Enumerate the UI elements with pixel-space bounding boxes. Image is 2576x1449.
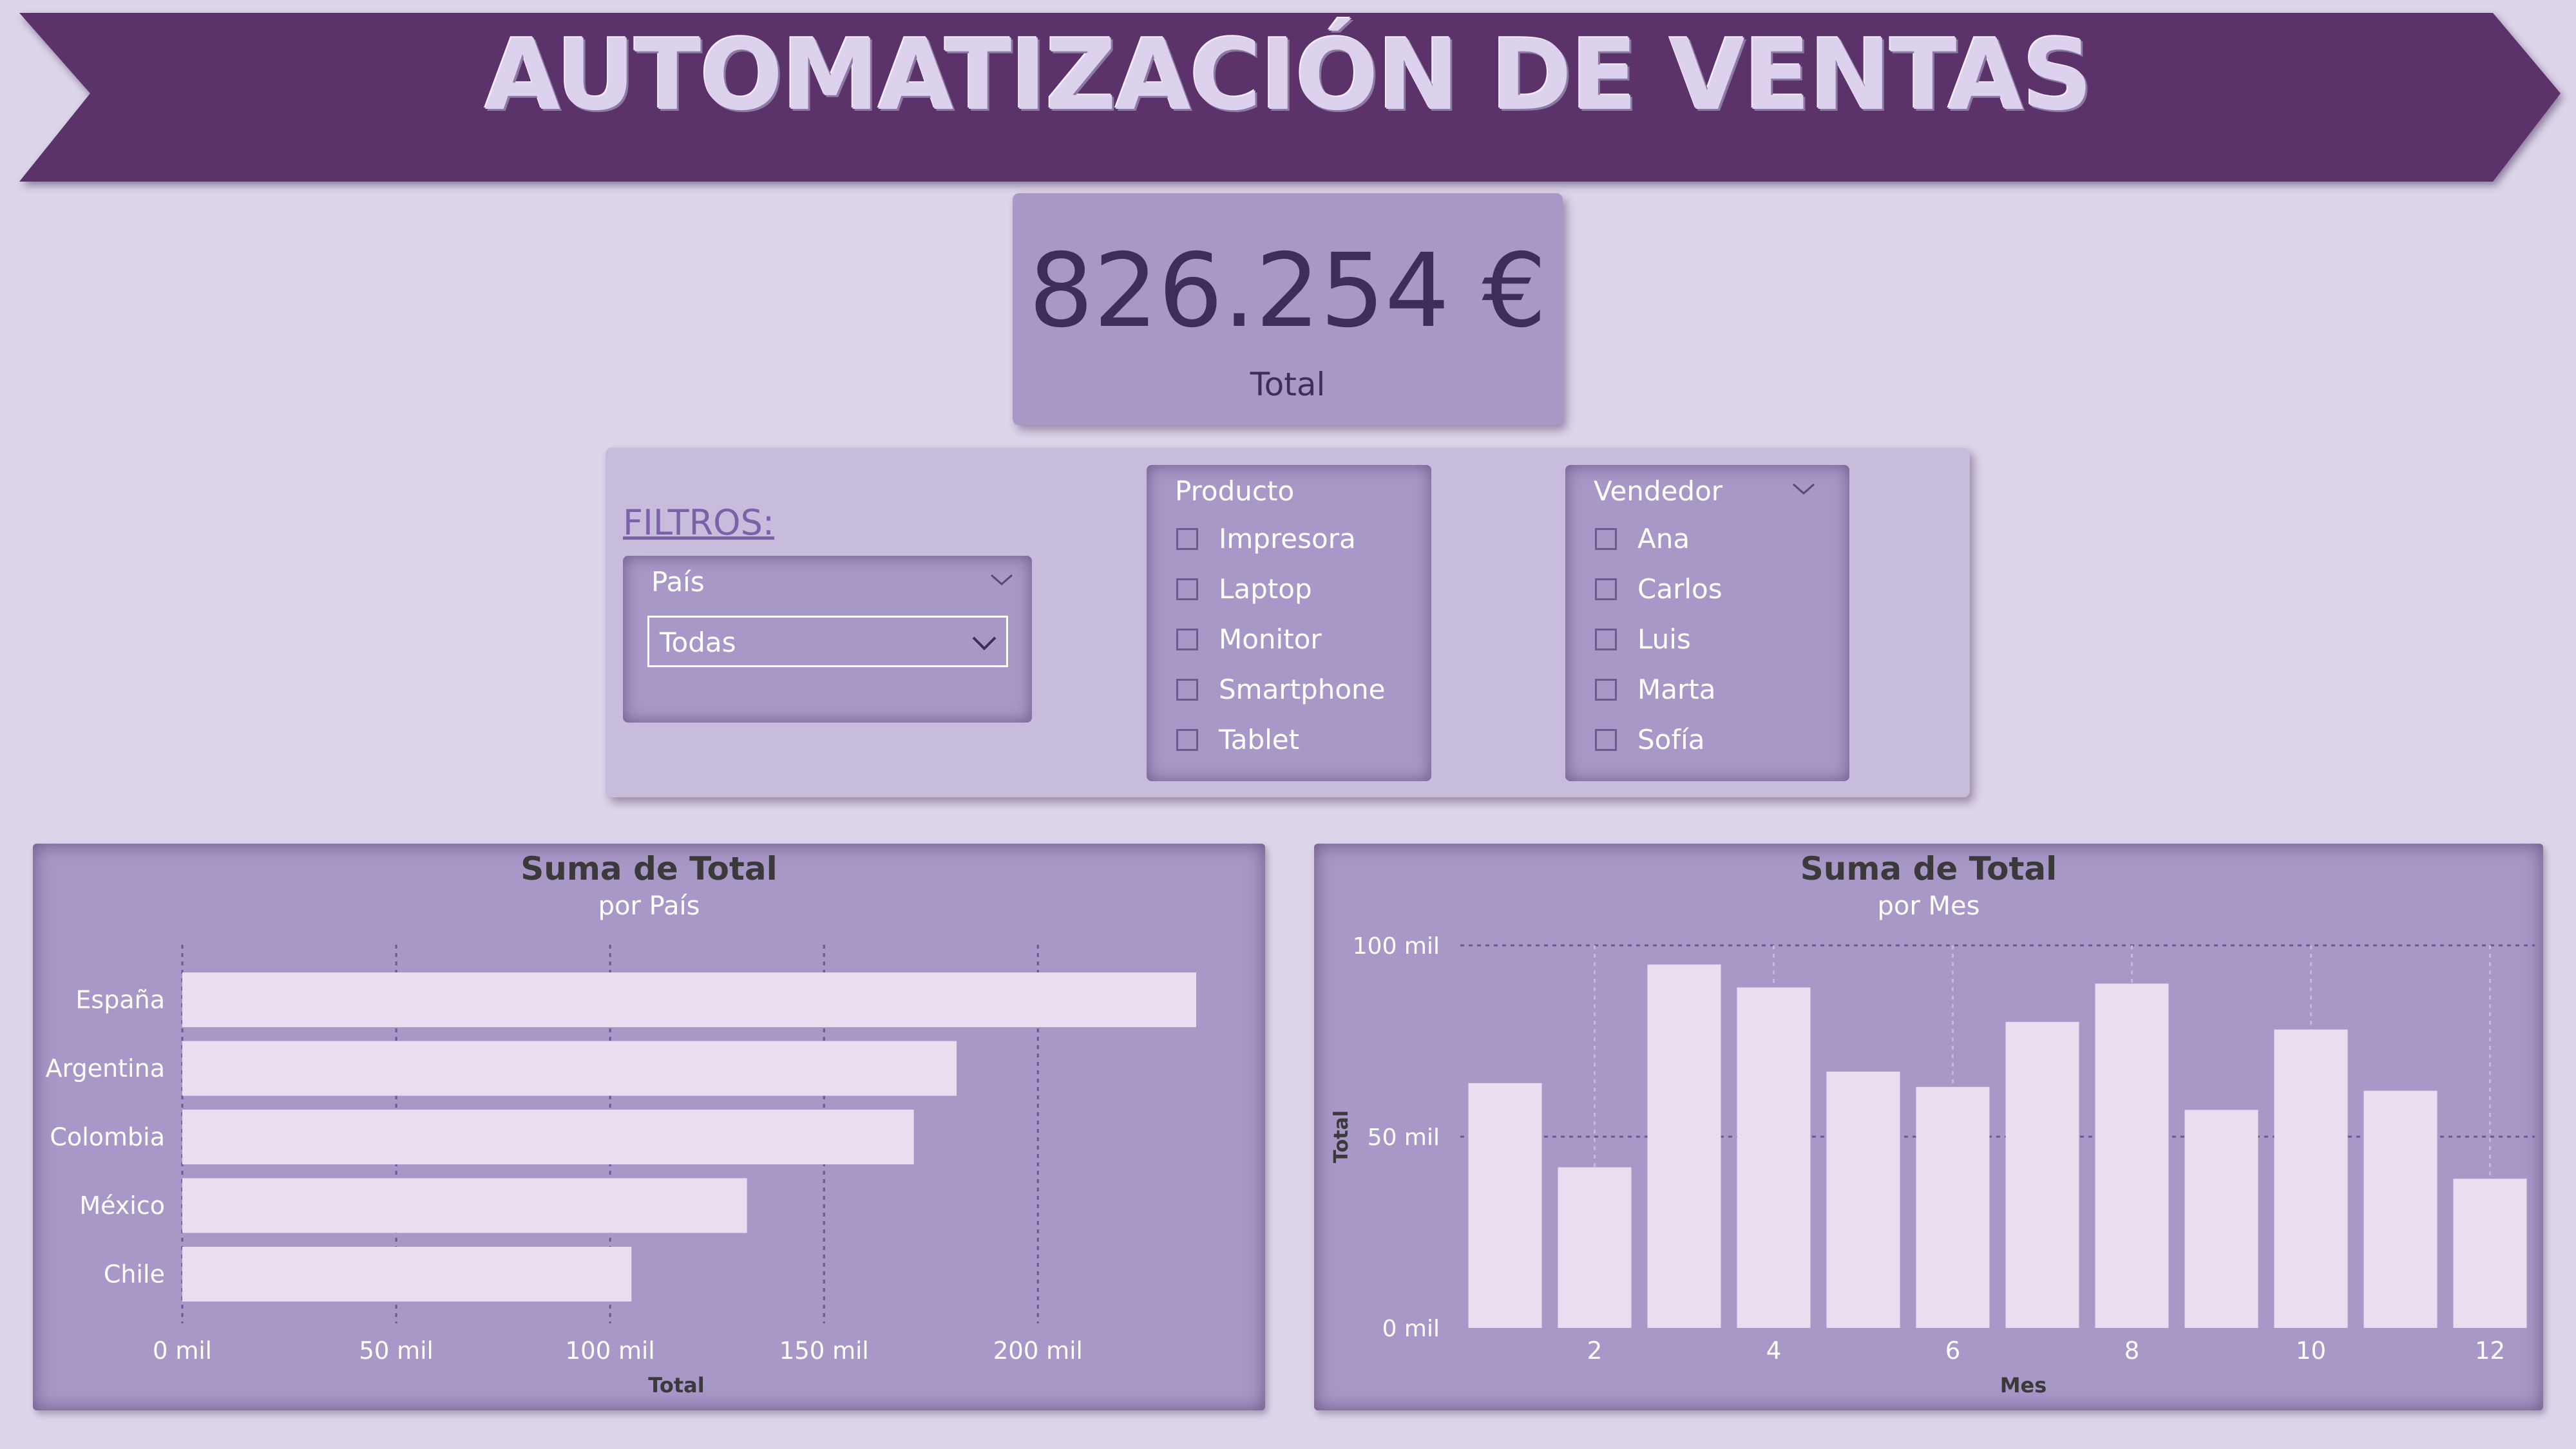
checkbox[interactable] — [1595, 528, 1617, 550]
y-tick-label: Chile — [104, 1260, 165, 1289]
bar — [182, 972, 1196, 1027]
option-label: Tablet — [1219, 724, 1300, 755]
bar — [1468, 1083, 1542, 1328]
bar — [1647, 964, 1721, 1328]
bar — [1826, 1072, 1900, 1328]
option-label: Laptop — [1219, 573, 1312, 605]
total-kpi-card: 826.254 € Total — [1013, 193, 1563, 425]
y-axis-label: Total — [1330, 1110, 1353, 1163]
checkbox[interactable] — [1176, 679, 1198, 701]
chart-mes-svg: 0 mil 50 mil 100 mil 2 4 6 8 10 12 Mes Total — [1330, 933, 2535, 1397]
checkbox[interactable] — [1595, 679, 1617, 701]
vendedor-slicer: Vendedor Ana Carlos Luis Marta Sofía — [1565, 465, 1849, 781]
chevron-down-icon[interactable] — [1791, 482, 1817, 497]
bar — [2453, 1179, 2527, 1328]
bar — [2363, 1090, 2438, 1328]
producto-slicer-title: Producto — [1175, 475, 1295, 507]
checkbox[interactable] — [1176, 578, 1198, 600]
checkbox[interactable] — [1176, 629, 1198, 650]
bar — [1737, 987, 1811, 1328]
kpi-label: Total — [1250, 366, 1326, 403]
checkbox[interactable] — [1595, 578, 1617, 600]
option-label: Carlos — [1637, 573, 1722, 605]
chart-por-mes: Suma de Total por Mes 0 mil 50 mil 100 mil… — [1314, 844, 2543, 1410]
checkbox[interactable] — [1595, 629, 1617, 650]
bar — [182, 1041, 957, 1096]
vendedor-slicer-title: Vendedor — [1594, 475, 1723, 507]
bar — [2005, 1021, 2079, 1328]
x-tick-label: 100 mil — [566, 1337, 655, 1365]
chart-pais-svg: 0 mil 50 mil 100 mil 150 mil 200 mil España Ar… — [46, 945, 1196, 1397]
y-tick-label: 50 mil — [1368, 1124, 1440, 1151]
option-label: Impresora — [1219, 523, 1356, 554]
option-label: Marta — [1637, 674, 1716, 705]
bar — [1558, 1167, 1632, 1328]
checkbox[interactable] — [1595, 729, 1617, 751]
option-label: Smartphone — [1219, 674, 1386, 705]
y-tick-label: Colombia — [50, 1123, 165, 1151]
bar — [182, 1110, 914, 1164]
checkbox[interactable] — [1176, 528, 1198, 550]
y-tick-label: 0 mil — [1382, 1316, 1440, 1342]
x-tick-label: 12 — [2475, 1337, 2505, 1365]
pais-dropdown-value: Todas — [660, 627, 736, 658]
chevron-down-icon[interactable] — [989, 573, 1015, 588]
x-tick-label: 0 mil — [153, 1337, 212, 1365]
x-tick-label: 150 mil — [779, 1337, 869, 1365]
pais-dropdown[interactable]: Todas — [647, 616, 1008, 667]
chart-por-pais: Suma de Total por País 0 mil 50 mil 100 mi… — [33, 844, 1265, 1410]
pais-slicer: País Todas — [623, 556, 1032, 723]
kpi-value: 826.254 € — [1028, 232, 1547, 350]
bar — [1916, 1086, 1990, 1328]
bar — [182, 1247, 632, 1302]
filters-heading: FILTROS: — [623, 502, 775, 543]
option-label: Ana — [1637, 523, 1690, 554]
y-tick-label: México — [79, 1191, 165, 1220]
x-axis-label: Total — [648, 1373, 704, 1397]
filters-panel: FILTROS: País Todas Producto Impresora L… — [606, 448, 1970, 797]
x-tick-label: 8 — [2124, 1337, 2140, 1365]
chevron-down-icon[interactable] — [971, 636, 997, 651]
y-tick-label: Argentina — [46, 1054, 165, 1083]
x-tick-label: 4 — [1766, 1337, 1782, 1365]
bar — [2095, 983, 2169, 1328]
y-tick-label: 100 mil — [1353, 933, 1440, 960]
x-tick-label: 200 mil — [993, 1337, 1083, 1365]
x-tick-label: 2 — [1587, 1337, 1603, 1365]
option-label: Luis — [1637, 623, 1691, 655]
option-label: Sofía — [1637, 724, 1705, 755]
page-title: AUTOMATIZACIÓN DE VENTAS — [484, 18, 2093, 132]
checkbox[interactable] — [1176, 729, 1198, 751]
producto-slicer: Producto Impresora Laptop Monitor Smartp… — [1147, 465, 1431, 781]
x-tick-label: 10 — [2296, 1337, 2326, 1365]
bar — [2184, 1110, 2258, 1328]
x-axis-label: Mes — [2000, 1373, 2047, 1397]
pais-slicer-title: País — [651, 566, 705, 598]
bar — [2274, 1029, 2348, 1328]
option-label: Monitor — [1219, 623, 1322, 655]
bar — [182, 1178, 747, 1233]
x-tick-label: 50 mil — [359, 1337, 433, 1365]
x-tick-label: 6 — [1945, 1337, 1961, 1365]
y-tick-label: España — [75, 986, 165, 1014]
